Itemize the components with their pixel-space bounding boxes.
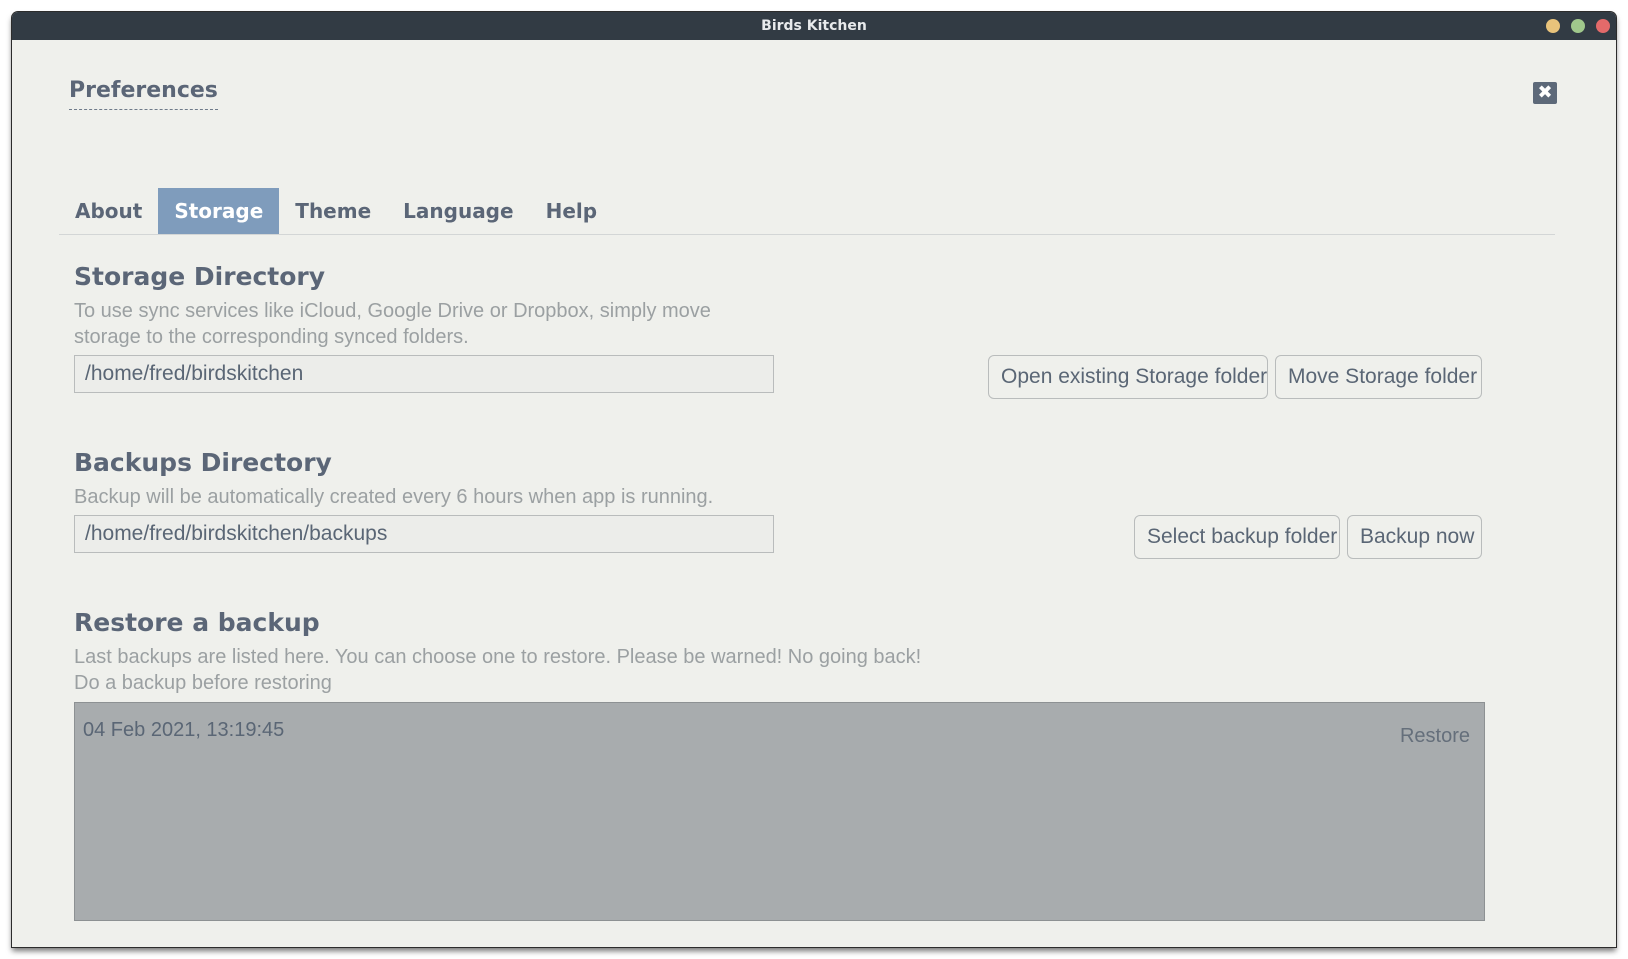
window-title: Birds Kitchen bbox=[761, 18, 867, 34]
page-title: Preferences bbox=[69, 78, 218, 110]
restore-backup-heading: Restore a backup bbox=[74, 608, 320, 637]
open-storage-folder-button[interactable]: Open existing Storage folder bbox=[988, 355, 1268, 399]
restore-button[interactable]: Restore bbox=[1400, 725, 1470, 748]
tab-bar: About Storage Theme Language Help bbox=[59, 188, 1555, 235]
tab-language[interactable]: Language bbox=[387, 188, 529, 234]
tab-theme[interactable]: Theme bbox=[279, 188, 387, 234]
close-icon[interactable]: ✖ bbox=[1533, 82, 1557, 104]
tab-help[interactable]: Help bbox=[530, 188, 613, 234]
window-titlebar[interactable]: Birds Kitchen bbox=[12, 12, 1616, 40]
window-close-icon[interactable] bbox=[1596, 19, 1610, 33]
move-storage-folder-button[interactable]: Move Storage folder bbox=[1275, 355, 1482, 399]
restore-description-line2: Do a backup before restoring bbox=[74, 672, 332, 694]
maximize-icon[interactable] bbox=[1571, 19, 1585, 33]
select-backup-folder-button[interactable]: Select backup folder bbox=[1134, 515, 1340, 559]
storage-directory-heading: Storage Directory bbox=[74, 262, 326, 291]
preferences-panel: Preferences ✖ About Storage Theme Langua… bbox=[12, 40, 1616, 947]
backups-directory-heading: Backups Directory bbox=[74, 448, 332, 477]
storage-path-field[interactable] bbox=[74, 355, 774, 393]
storage-description-line1: To use sync services like iCloud, Google… bbox=[74, 300, 711, 322]
backups-path-field[interactable] bbox=[74, 515, 774, 553]
storage-description-line2: storage to the corresponding synced fold… bbox=[74, 326, 469, 348]
window-controls bbox=[1546, 19, 1610, 33]
backup-date: 04 Feb 2021, 13:19:45 bbox=[83, 719, 285, 741]
backup-list: 04 Feb 2021, 13:19:45 Restore bbox=[74, 702, 1485, 921]
backup-now-button[interactable]: Backup now bbox=[1347, 515, 1482, 559]
minimize-icon[interactable] bbox=[1546, 19, 1560, 33]
tab-about[interactable]: About bbox=[59, 188, 158, 234]
restore-description-line1: Last backups are listed here. You can ch… bbox=[74, 646, 922, 668]
app-window: Birds Kitchen Preferences ✖ About Storag… bbox=[12, 12, 1616, 947]
backups-description: Backup will be automatically created eve… bbox=[74, 486, 714, 508]
tab-storage[interactable]: Storage bbox=[158, 188, 280, 234]
